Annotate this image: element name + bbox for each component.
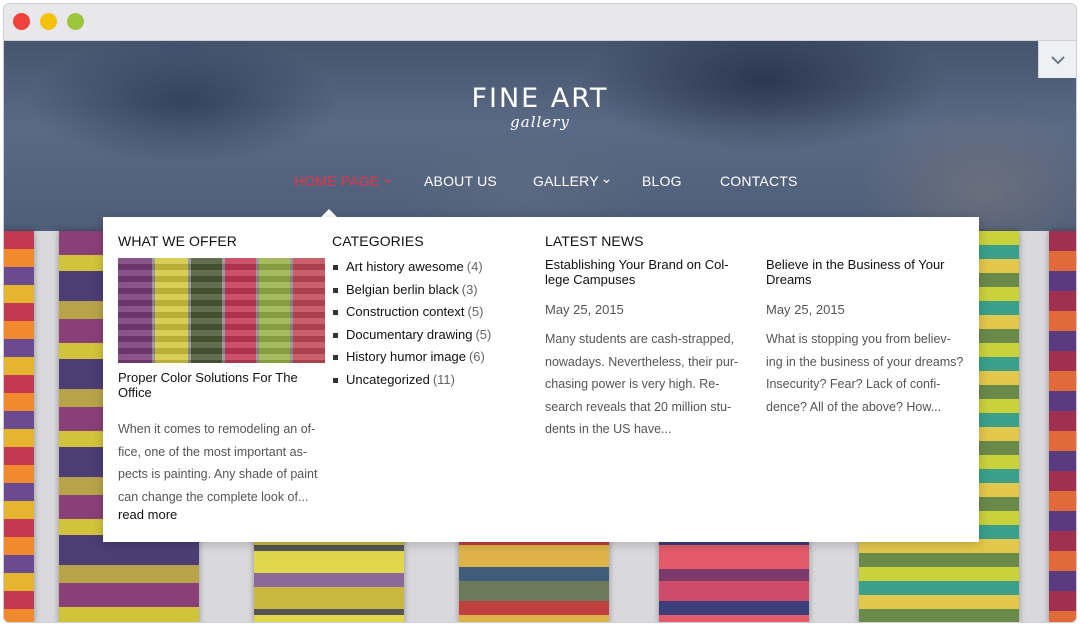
excerpt-line: dents in the US have... <box>545 422 672 436</box>
category-count: (6) <box>468 349 485 365</box>
category-item[interactable]: Belgian berlin black (3) <box>332 282 491 305</box>
category-count: (3) <box>461 281 478 297</box>
minimize-window-button[interactable] <box>40 13 57 30</box>
categories-heading: CATEGORIES <box>332 233 424 249</box>
title-bar <box>4 4 1076 41</box>
nav-contacts[interactable]: CONTACTS <box>720 173 798 189</box>
excerpt-line: Insecurity? Fear? Lack of confi- <box>766 377 941 391</box>
category-label: History humor image <box>346 349 466 365</box>
offer-image[interactable] <box>118 258 325 363</box>
excerpt-line: can change the complete look of... <box>118 489 309 504</box>
category-item[interactable]: Construction context (5) <box>332 304 491 327</box>
browser-window: FINE ART gallery HOME PAGE ABOUT US GALL… <box>3 3 1077 623</box>
news-date: May 25, 2015 <box>545 302 624 317</box>
close-window-button[interactable] <box>13 13 30 30</box>
news-excerpt: Many students are cash-strapped, nowaday… <box>545 328 755 441</box>
offer-heading: WHAT WE OFFER <box>118 233 237 249</box>
category-count: (4) <box>466 259 483 274</box>
category-label: Art history awesome <box>346 259 464 274</box>
nav-blog[interactable]: BLOG <box>642 173 682 189</box>
excerpt-line: search reveals that 20 million stu- <box>545 399 732 414</box>
category-count: (11) <box>432 371 455 387</box>
category-item[interactable]: Uncategorized (11) <box>332 372 491 395</box>
news-excerpt: What is stopping you from believ- ing in… <box>766 328 976 418</box>
category-label: Belgian berlin black <box>346 281 459 297</box>
news-heading: LATEST NEWS <box>545 233 644 249</box>
news-date: May 25, 2015 <box>766 302 845 317</box>
excerpt-line: fice, one of the most important as- <box>118 444 307 459</box>
news-title-line: Dreams <box>766 272 812 287</box>
nav-about-us-label: ABOUT US <box>424 173 497 189</box>
menu-pointer-arrow <box>321 209 337 217</box>
news-title[interactable]: Believe in the Business of Your Dreams <box>766 257 966 287</box>
category-count: (5) <box>467 304 484 320</box>
chevron-down-icon <box>603 179 610 184</box>
panel-toggle-button[interactable] <box>1038 41 1076 78</box>
excerpt-line: Many students are cash-strapped, <box>545 332 734 346</box>
nav-contacts-label: CONTACTS <box>720 173 798 189</box>
chevron-down-icon <box>1050 55 1065 64</box>
read-more-link[interactable]: read more <box>118 507 177 522</box>
news-title-line: Believe in the Business of Your <box>766 257 945 272</box>
site-logo[interactable]: FINE ART gallery <box>4 83 1076 131</box>
page-viewport: FINE ART gallery HOME PAGE ABOUT US GALL… <box>4 41 1076 622</box>
excerpt-line: What is stopping you from believ- <box>766 332 951 346</box>
category-item[interactable]: Art history awesome (4) <box>332 259 491 282</box>
news-title-line: lege Campuses <box>545 272 636 287</box>
nav-home-page-label: HOME PAGE <box>294 173 380 189</box>
category-label: Uncategorized <box>346 371 430 387</box>
excerpt-line: chasing power is very high. Re- <box>545 377 720 391</box>
header-background <box>4 41 1076 231</box>
excerpt-line: ing in the business of your dreams? <box>766 354 964 369</box>
logo-title: FINE ART <box>471 83 609 114</box>
nav-gallery-label: GALLERY <box>533 173 599 189</box>
category-label: Documentary drawing <box>346 326 473 342</box>
categories-list: Art history awesome (4) Belgian berlin bl… <box>332 259 491 395</box>
news-title[interactable]: Establishing Your Brand on Col- lege Cam… <box>545 257 745 287</box>
offer-excerpt: When it comes to remodeling an of- fice,… <box>118 418 338 508</box>
nav-home-page[interactable]: HOME PAGE <box>294 173 391 189</box>
nav-gallery[interactable]: GALLERY <box>533 173 610 189</box>
offer-post-title[interactable]: Proper Color Solutions For The Office <box>118 370 318 400</box>
category-item[interactable]: Documentary drawing (5) <box>332 327 491 350</box>
nav-blog-label: BLOG <box>642 173 682 189</box>
zoom-window-button[interactable] <box>67 13 84 30</box>
excerpt-line: When it comes to remodeling an of- <box>118 422 316 436</box>
nav-about-us[interactable]: ABOUT US <box>424 173 497 189</box>
excerpt-line: nowadays. Nevertheless, their pur- <box>545 354 739 369</box>
excerpt-line: dence? All of the above? How... <box>766 399 942 414</box>
category-count: (5) <box>475 326 492 342</box>
mega-menu: WHAT WE OFFER Proper Color Solutions For… <box>103 217 979 542</box>
main-navigation: HOME PAGE ABOUT US GALLERY BLOG CONTACTS <box>4 173 1076 197</box>
news-title-line: Establishing Your Brand on Col- <box>545 257 729 272</box>
excerpt-line: pects is painting. Any shade of paint <box>118 467 318 481</box>
chevron-down-icon <box>384 179 391 184</box>
logo-subtitle: gallery <box>510 113 570 131</box>
category-label: Construction context <box>346 304 465 320</box>
category-item[interactable]: History humor image (6) <box>332 349 491 372</box>
